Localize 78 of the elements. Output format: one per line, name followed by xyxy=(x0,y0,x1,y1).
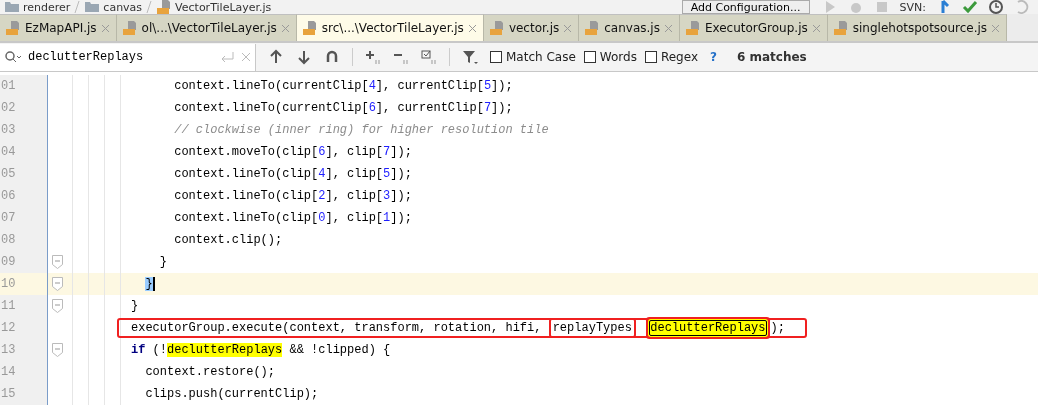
fold-marker-icon[interactable] xyxy=(51,299,63,313)
option-checkbox[interactable]: Match Case xyxy=(490,50,576,64)
js-file-icon xyxy=(832,20,849,36)
js-file-icon xyxy=(156,0,173,14)
line-number: 15 xyxy=(0,387,16,401)
vcs-label: SVN: xyxy=(899,0,926,14)
code-line: context.lineTo(clip[2], clip[3]); xyxy=(173,188,412,205)
line-number: 03 xyxy=(0,123,16,137)
line-number: 07 xyxy=(0,211,16,225)
line-number: 01 xyxy=(0,79,16,93)
editor-tab[interactable]: ExecutorGroup.js xyxy=(679,14,828,41)
find-all-icon[interactable] xyxy=(324,49,340,65)
add-configuration-button[interactable]: Add Configuration... xyxy=(681,0,810,14)
line-number: 14 xyxy=(0,365,16,379)
option-checkbox[interactable]: Words xyxy=(583,50,637,64)
close-icon[interactable] xyxy=(467,23,477,33)
code-line: } xyxy=(131,298,139,315)
help-link[interactable]: ? xyxy=(710,50,717,64)
select-all-occurrences-icon[interactable] xyxy=(421,49,437,65)
code-line: context.lineTo(clip[0], clip[1]); xyxy=(173,210,412,227)
breadcrumb-item[interactable]: renderer xyxy=(23,0,71,14)
close-icon[interactable] xyxy=(991,23,1001,33)
js-file-icon xyxy=(584,20,601,36)
enter-icon xyxy=(219,51,235,63)
line-number: 05 xyxy=(0,167,16,181)
fold-marker-icon[interactable] xyxy=(51,343,63,357)
up-arrow-icon[interactable] xyxy=(268,49,284,65)
line-number: 06 xyxy=(0,189,16,203)
match-count: 6 matches xyxy=(736,50,807,64)
js-file-icon xyxy=(488,20,505,36)
check-icon[interactable] xyxy=(962,0,978,14)
line-number: 10 xyxy=(0,277,16,291)
code-line: } xyxy=(158,254,167,271)
code-line: context.lineTo(clip[4], clip[5]); xyxy=(173,166,412,183)
js-file-icon xyxy=(5,20,21,36)
clock-icon[interactable] xyxy=(988,0,1004,14)
breadcrumb-separator-icon xyxy=(146,1,153,13)
code-line: context.lineTo(currentClip[6], currentClip[7]); xyxy=(173,100,513,117)
fold-marker-icon[interactable] xyxy=(51,255,63,269)
close-icon[interactable] xyxy=(100,23,110,33)
js-file-icon xyxy=(301,20,318,36)
option-checkbox[interactable]: Regex xyxy=(644,50,698,64)
down-arrow-icon[interactable] xyxy=(296,49,312,65)
line-number: 08 xyxy=(0,233,16,247)
line-number: 09 xyxy=(0,255,16,269)
line-number: 04 xyxy=(0,145,16,159)
filter-icon[interactable] xyxy=(462,49,478,65)
line-number: 11 xyxy=(0,299,16,313)
js-file-icon xyxy=(121,20,138,36)
js-file-icon xyxy=(684,20,701,36)
editor-tab[interactable]: singlehotspotsource.js xyxy=(827,14,1008,41)
code-line: context.clip(); xyxy=(173,232,283,249)
editor-tab[interactable]: EzMapAPI.js xyxy=(0,14,117,41)
code-line: context.moveTo(clip[6], clip[7]); xyxy=(173,144,412,161)
search-input[interactable]: declutterReplays xyxy=(28,50,213,64)
search-icon[interactable] xyxy=(4,50,22,64)
editor-tab[interactable]: ol\...\VectorTileLayer.js xyxy=(116,14,297,41)
close-icon[interactable] xyxy=(563,23,573,33)
breadcrumb-separator-icon xyxy=(74,1,81,13)
line-number: 02 xyxy=(0,101,16,115)
close-icon[interactable] xyxy=(280,23,290,33)
breadcrumb-item[interactable]: VectorTileLayer.js xyxy=(175,0,272,14)
editor-tab[interactable]: vector.js xyxy=(483,14,580,41)
editor-tab[interactable]: canvas.js xyxy=(579,14,680,41)
code-line: clips.push(currentClip); xyxy=(144,386,319,403)
code-line: context.restore(); xyxy=(144,364,276,381)
close-icon[interactable] xyxy=(663,23,673,33)
breadcrumb-item[interactable]: canvas xyxy=(103,0,143,14)
editor-tab[interactable]: src\...\VectorTileLayer.js xyxy=(296,14,484,41)
code-line: // clockwise (inner ring) for higher resolution tile xyxy=(173,122,549,139)
close-icon[interactable] xyxy=(811,23,821,33)
fold-marker-icon[interactable] xyxy=(51,277,63,291)
code-line: context.lineTo(currentClip[4], currentClip[5]); xyxy=(173,78,513,95)
search-field[interactable]: declutterReplays xyxy=(0,43,256,71)
add-occurrence-icon[interactable] xyxy=(365,49,381,65)
line-number: 13 xyxy=(0,343,16,357)
line-number: 12 xyxy=(0,321,16,335)
clear-icon[interactable] xyxy=(241,52,251,62)
